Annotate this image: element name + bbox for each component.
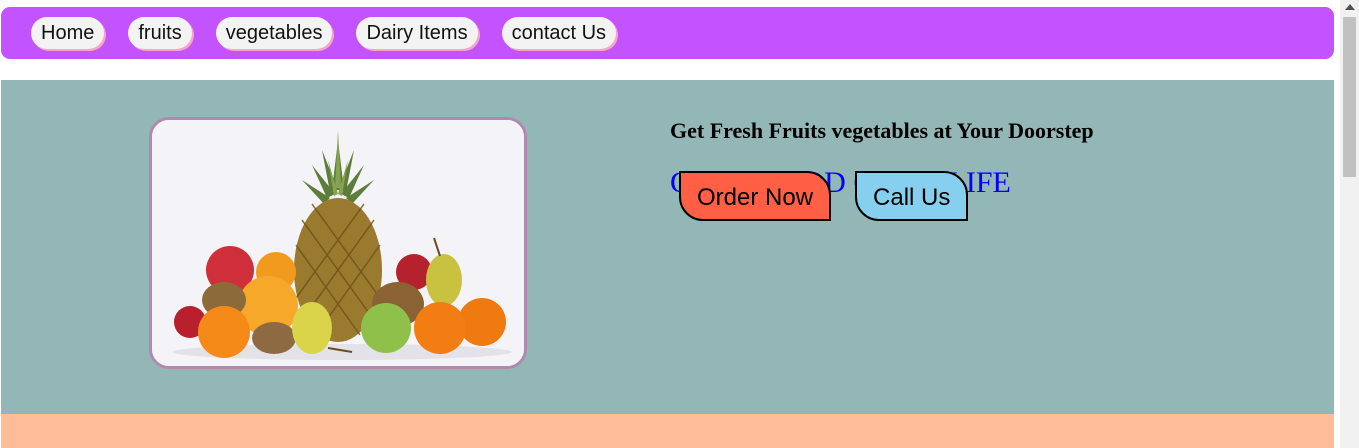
nav-item-contact-us[interactable]: contact Us <box>501 17 617 49</box>
call-us-button[interactable]: Call Us <box>855 171 969 221</box>
scrollbar-thumb[interactable] <box>1343 17 1356 177</box>
page: Home fruits vegetables Dairy Items conta… <box>0 0 1359 448</box>
hero-headline: Get Fresh Fruits vegetables at Your Door… <box>670 118 1094 143</box>
next-section-band <box>1 414 1334 448</box>
nav-item-home[interactable]: Home <box>31 17 105 49</box>
nav-item-vegetables[interactable]: vegetables <box>215 17 333 49</box>
chevron-up-icon[interactable] <box>1345 4 1355 10</box>
hero-section: Get Fresh Fruits vegetables at Your Door… <box>1 80 1334 414</box>
vertical-scrollbar[interactable] <box>1340 0 1359 448</box>
hero-image <box>149 117 527 369</box>
nav-item-fruits[interactable]: fruits <box>128 17 192 49</box>
nav-item-dairy-items[interactable]: Dairy Items <box>356 17 478 49</box>
nav-list: Home fruits vegetables Dairy Items conta… <box>31 17 617 49</box>
fruit-basket-illustration <box>152 120 524 366</box>
top-navbar: Home fruits vegetables Dairy Items conta… <box>1 7 1334 59</box>
hero-buttons: Order Now Call Us <box>679 171 969 221</box>
order-now-button[interactable]: Order Now <box>679 171 832 221</box>
